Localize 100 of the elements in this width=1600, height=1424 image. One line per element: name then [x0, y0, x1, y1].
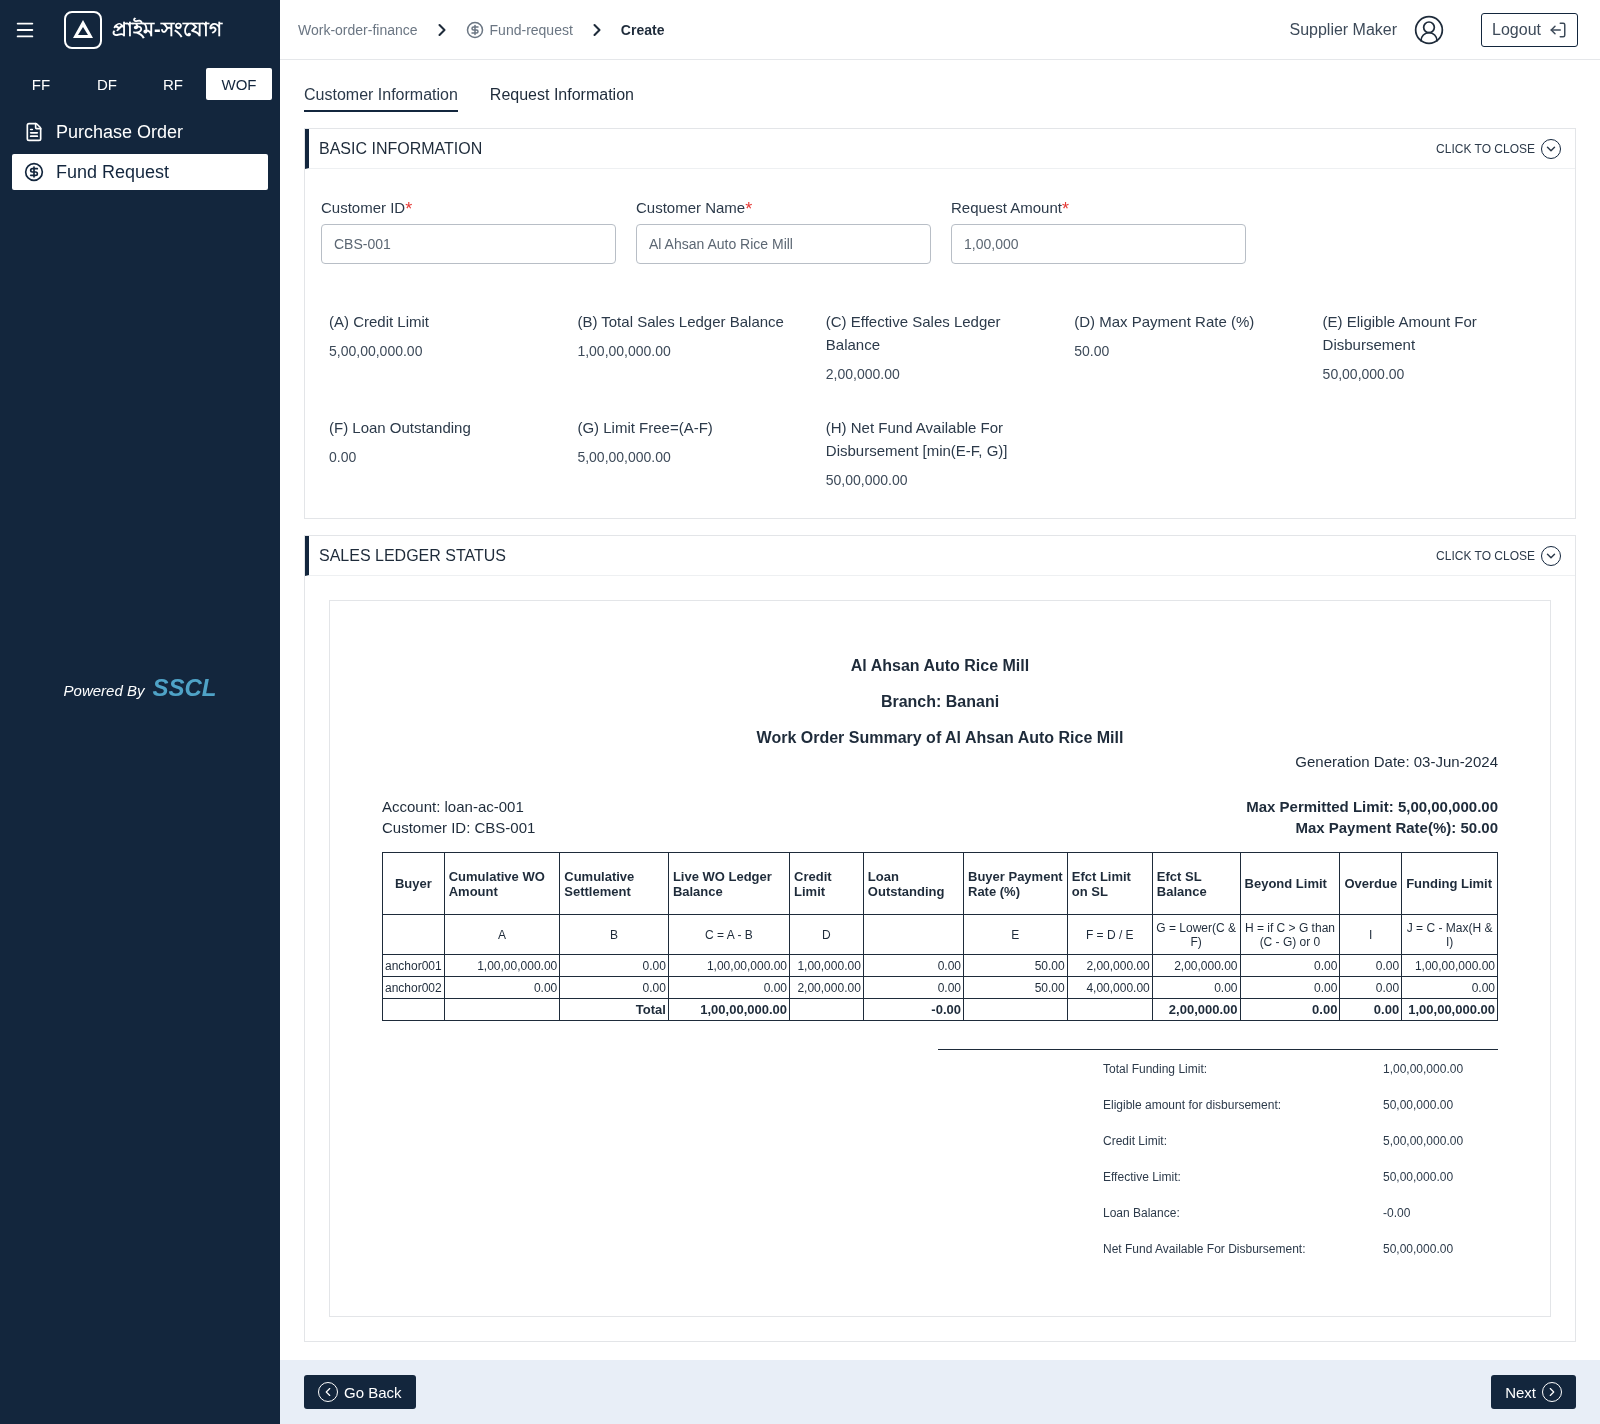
logout-icon [1549, 20, 1567, 39]
user-name: Supplier Maker [1289, 20, 1398, 39]
table-cell: 0.00 [1240, 954, 1340, 977]
mode-tab[interactable]: FF [8, 68, 74, 100]
column-header: Buyer Payment Rate (%) [963, 852, 1068, 915]
summary-value: 50,00,000.00 [1383, 1098, 1455, 1112]
table-cell: 0.00 [1401, 976, 1498, 999]
column-header: Live WO Ledger Balance [668, 852, 790, 915]
column-header: Credit Limit [789, 852, 864, 915]
metric-label: (A) Credit Limit [329, 312, 430, 332]
user-avatar-icon[interactable] [1413, 13, 1446, 46]
metric-label: (C) Effective Sales Ledger Balance [825, 312, 1002, 355]
column-header: Loan Outstanding [863, 852, 964, 915]
formula-cell: B [559, 914, 669, 955]
metric-value: 50,00,000.00 [825, 472, 909, 488]
table-cell: 1,00,000.00 [789, 954, 864, 977]
metric-value: 5,00,00,000.00 [329, 343, 424, 359]
summary-label: Credit Limit: [1103, 1134, 1168, 1148]
logout-button[interactable]: Logout [1481, 12, 1578, 47]
breadcrumb-link[interactable]: Create [620, 21, 665, 38]
total-cell: 2,00,000.00 [1152, 998, 1241, 1021]
sidebar-item[interactable]: Purchase Order [12, 114, 268, 150]
metric-label: (D) Max Payment Rate (%) [1074, 312, 1256, 332]
document-icon [24, 122, 44, 142]
column-header: Beyond Limit [1240, 852, 1340, 915]
breadcrumb-link[interactable]: Fund-request [465, 20, 573, 39]
section-title: BASIC INFORMATION [319, 139, 483, 158]
table-cell: anchor002 [382, 976, 445, 999]
sidebar-item[interactable]: Fund Request [12, 154, 268, 190]
section-title: SALES LEDGER STATUS [319, 546, 506, 565]
table-cell: 2,00,000.00 [789, 976, 864, 999]
table-cell: 0.00 [559, 976, 669, 999]
report-branch: Branch: Banani [879, 693, 1001, 711]
metric-value: 5,00,00,000.00 [577, 449, 672, 465]
total-cell: 0.00 [1339, 998, 1402, 1021]
mode-tab[interactable]: WOF [206, 68, 272, 100]
brand-logo-text: SSCL [152, 674, 217, 702]
table-cell: 4,00,000.00 [1067, 976, 1153, 999]
summary-value: -0.00 [1383, 1206, 1412, 1220]
total-cell: Total [559, 998, 669, 1021]
formula-cell: C = A - B [668, 914, 790, 955]
summary-value: 50,00,000.00 [1383, 1242, 1455, 1256]
table-cell: 0.00 [863, 976, 964, 999]
formula-cell: I [1339, 914, 1402, 955]
dollar-icon [465, 20, 484, 39]
column-header: Cumulative WO Amount [444, 852, 560, 915]
table-cell: 0.00 [559, 954, 669, 977]
table-cell: 50.00 [963, 954, 1068, 977]
field-label: Customer ID* [321, 199, 414, 220]
total-cell: 1,00,00,000.00 [1401, 998, 1498, 1021]
dollar-icon [24, 162, 44, 182]
summary-label: Eligible amount for disbursement: [1103, 1098, 1283, 1112]
powered-by-label: Powered By [63, 682, 145, 699]
formula-cell: F = D / E [1067, 914, 1153, 955]
summary-value: 50,00,000.00 [1383, 1170, 1455, 1184]
max-permitted-limit: Max Permitted Limit: 5,00,00,000.00 [1246, 798, 1498, 815]
metric-label: (B) Total Sales Ledger Balance [577, 312, 785, 332]
formula-cell: E [963, 914, 1068, 955]
metric-value: 1,00,00,000.00 [577, 343, 672, 359]
column-header: Cumulative Settlement [559, 852, 669, 915]
metric-label: (G) Limit Free=(A-F) [577, 418, 714, 438]
total-cell: 1,00,00,000.00 [668, 998, 790, 1021]
input-field[interactable]: CBS-001 [321, 224, 616, 264]
mode-tab[interactable]: RF [140, 68, 206, 100]
metric-value: 50,00,000.00 [1322, 366, 1406, 382]
logo-text: প্রাইম-সংযোগ [112, 16, 222, 42]
table-cell: 0.00 [1240, 976, 1340, 999]
table-cell: 1,00,00,000.00 [1401, 954, 1498, 977]
input-field[interactable]: Al Ahsan Auto Rice Mill [636, 224, 931, 264]
table-cell: 1,00,00,000.00 [668, 954, 790, 977]
mode-tab[interactable]: DF [74, 68, 140, 100]
tab[interactable]: Request Information [489, 82, 634, 112]
formula-cell: D [789, 914, 864, 955]
metric-value: 50.00 [1074, 343, 1111, 359]
metric-value: 2,00,000.00 [825, 366, 901, 382]
breadcrumb-link[interactable]: Work-order-finance [298, 21, 418, 38]
field-label: Customer Name* [636, 199, 754, 220]
customer-id-text: Customer ID: CBS-001 [382, 819, 536, 836]
formula-cell: J = C - Max(H & I) [1401, 914, 1498, 955]
field-label: Request Amount* [951, 199, 1070, 220]
table-cell: 0.00 [863, 954, 964, 977]
summary-label: Net Fund Available For Disbursement: [1103, 1242, 1307, 1256]
table-cell: 0.00 [1339, 954, 1402, 977]
metric-label: (F) Loan Outstanding [329, 418, 472, 438]
input-field[interactable]: 1,00,000 [951, 224, 1246, 264]
next-button[interactable]: Next [1491, 1375, 1576, 1409]
go-back-button[interactable]: Go Back [304, 1375, 416, 1409]
collapse-button[interactable]: CLICK TO CLOSE [1430, 137, 1567, 160]
column-header: Efct Limit on SL [1067, 852, 1153, 915]
logo-icon [64, 11, 102, 49]
collapse-button[interactable]: CLICK TO CLOSE [1430, 544, 1567, 567]
tab[interactable]: Customer Information [304, 82, 458, 112]
summary-label: Loan Balance: [1103, 1206, 1181, 1220]
max-payment-rate: Max Payment Rate(%): 50.00 [1295, 819, 1498, 836]
formula-cell: A [444, 914, 560, 955]
metric-label: (E) Eligible Amount For Disbursement [1322, 312, 1478, 355]
summary-value: 1,00,00,000.00 [1383, 1062, 1465, 1076]
table-cell: 50.00 [963, 976, 1068, 999]
table-cell: 2,00,000.00 [1152, 954, 1241, 977]
table-cell: 2,00,000.00 [1067, 954, 1153, 977]
